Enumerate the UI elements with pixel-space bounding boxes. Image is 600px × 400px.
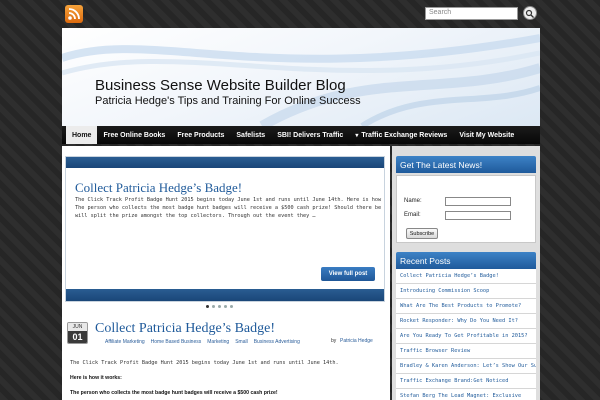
post-by-label: by bbox=[331, 338, 337, 344]
slide-excerpt: The Click Track Profit Badge Hunt 2015 b… bbox=[75, 196, 385, 220]
date-month: JUN bbox=[68, 323, 87, 331]
slider-bottom-bar bbox=[66, 289, 384, 301]
post-category-link[interactable]: Business Advertising bbox=[254, 339, 300, 345]
recent-post-link[interactable]: Are You Ready To Get Profitable in 2015? bbox=[396, 329, 536, 344]
post-category-link[interactable]: Small bbox=[235, 339, 248, 345]
slider-dot[interactable] bbox=[218, 305, 221, 308]
post-meta: Affiliate Marketing Home Based Business Ma… bbox=[95, 338, 385, 358]
post-category-link[interactable]: Affiliate Marketing bbox=[105, 339, 145, 345]
chevron-down-icon: ▾ bbox=[355, 132, 359, 139]
recent-post-link[interactable]: Introducing Commission Scoop bbox=[396, 284, 536, 299]
rss-icon[interactable] bbox=[65, 5, 83, 23]
search-input[interactable]: Search bbox=[425, 7, 518, 20]
slide-excerpt-line: The person who collects the most badge h… bbox=[75, 205, 385, 211]
site-title[interactable]: Business Sense Website Builder Blog bbox=[95, 77, 346, 94]
post-subheading: Here is how it works: bbox=[70, 375, 122, 381]
slide-excerpt-line: will split the prize amongst the top col… bbox=[75, 213, 316, 219]
search-icon[interactable] bbox=[523, 6, 537, 20]
subscribe-button[interactable]: Subscribe bbox=[406, 228, 438, 239]
name-label: Name: bbox=[404, 198, 422, 204]
nav-item-free-online-books[interactable]: Free Online Books bbox=[97, 126, 171, 144]
nav-item-safelists[interactable]: Safelists bbox=[230, 126, 271, 144]
nav-item-visit-my-website[interactable]: Visit My Website bbox=[453, 126, 520, 144]
post-category-link[interactable]: Home Based Business bbox=[151, 339, 202, 345]
post-excerpt: The Click Track Profit Badge Hunt 2015 b… bbox=[70, 360, 339, 366]
recent-post-link[interactable]: Rocket Responder: Why Do You Need It? bbox=[396, 314, 536, 329]
nav-item-traffic-exchange-reviews[interactable]: ▾ Traffic Exchange Reviews bbox=[349, 126, 453, 144]
slider-dot[interactable] bbox=[212, 305, 215, 308]
nav-item-free-products[interactable]: Free Products bbox=[171, 126, 230, 144]
recent-posts-heading: Recent Posts bbox=[396, 252, 536, 269]
date-day: 01 bbox=[68, 331, 87, 343]
recent-post-link[interactable]: Traffic Browser Review bbox=[396, 344, 536, 359]
recent-post-link[interactable]: Collect Patricia Hedge’s Badge! bbox=[396, 269, 536, 284]
slider-dot[interactable] bbox=[206, 305, 209, 308]
recent-post-link[interactable]: What Are The Best Products to Promote? bbox=[396, 299, 536, 314]
nav-item-label: Traffic Exchange Reviews bbox=[361, 131, 448, 139]
featured-slider: Collect Patricia Hedge’s Badge! The Clic… bbox=[65, 156, 385, 302]
slide-title[interactable]: Collect Patricia Hedge’s Badge! bbox=[75, 180, 242, 196]
email-label: Email: bbox=[404, 212, 421, 218]
top-bar: Search bbox=[0, 0, 600, 28]
recent-post-link[interactable]: Traffic Exchange Brand:Get Noticed bbox=[396, 374, 536, 389]
email-field[interactable] bbox=[445, 211, 511, 220]
main-navigation: Home Free Online Books Free Products Saf… bbox=[62, 126, 540, 144]
slider-dot[interactable] bbox=[224, 305, 227, 308]
post-author-link[interactable]: Patricia Hedge bbox=[340, 338, 373, 344]
name-field[interactable] bbox=[445, 197, 511, 206]
nav-item-home[interactable]: Home bbox=[66, 126, 98, 144]
recent-post-link[interactable]: Bradley & Karen Anderson: Let’s Show Our… bbox=[396, 359, 536, 374]
post-title[interactable]: Collect Patricia Hedge’s Badge! bbox=[95, 321, 275, 337]
slider-dot[interactable] bbox=[230, 305, 233, 308]
post-bold-text: The person who collects the most badge h… bbox=[70, 390, 278, 396]
newsletter-form: Name: Email: Subscribe bbox=[396, 175, 536, 243]
nav-item-sbi-delivers-traffic[interactable]: SBI! Delivers Traffic bbox=[271, 126, 349, 144]
recent-post-link[interactable]: Stefan Berg The Lead Magnet: Exclusive bbox=[396, 389, 536, 400]
newsletter-widget-heading: Get The Latest News! bbox=[396, 156, 536, 173]
date-badge: JUN 01 bbox=[67, 322, 88, 344]
recent-posts-list: Collect Patricia Hedge’s Badge! Introduci… bbox=[396, 269, 536, 400]
post-category-link[interactable]: Marketing bbox=[207, 339, 229, 345]
slider-pagination bbox=[206, 305, 233, 308]
slide-excerpt-line: The Click Track Profit Badge Hunt 2015 b… bbox=[75, 197, 385, 203]
site-tagline: Patricia Hedge's Tips and Training For O… bbox=[95, 95, 361, 107]
slider-top-bar bbox=[66, 157, 384, 168]
post-categories: Affiliate Marketing Home Based Business Ma… bbox=[105, 338, 315, 346]
site-header: Business Sense Website Builder Blog Patr… bbox=[62, 28, 540, 126]
view-full-post-button[interactable]: View full post bbox=[321, 267, 375, 281]
